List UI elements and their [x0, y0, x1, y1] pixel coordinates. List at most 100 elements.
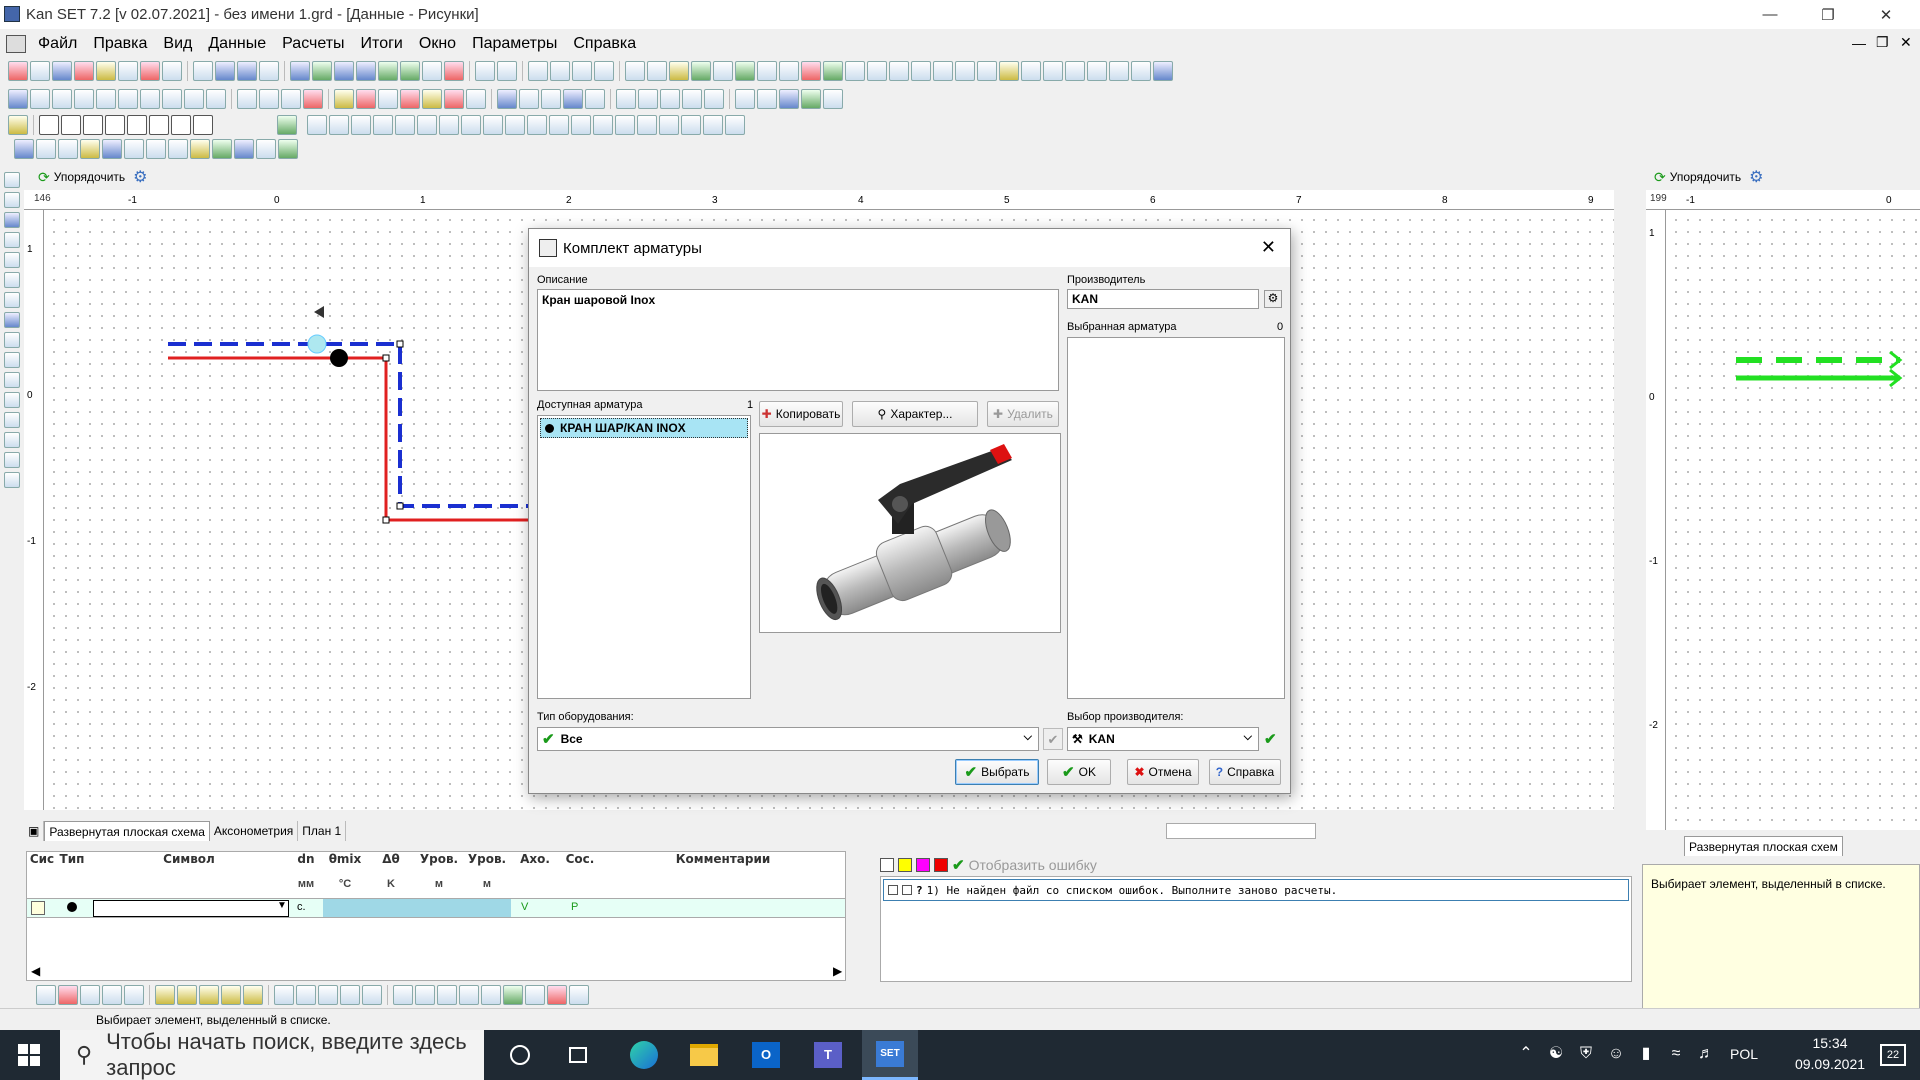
tool-icon[interactable]: [256, 139, 276, 159]
tool-icon[interactable]: [691, 61, 711, 81]
tool-icon[interactable]: [1065, 61, 1085, 81]
tool-icon[interactable]: [422, 61, 442, 81]
tool-icon[interactable]: [571, 115, 591, 135]
col-header[interactable]: Ахо.: [513, 852, 557, 866]
tool-icon[interactable]: [505, 115, 525, 135]
tool-icon[interactable]: [4, 332, 20, 348]
menu-edit[interactable]: Правка: [85, 35, 155, 53]
tool-icon[interactable]: [393, 985, 413, 1005]
tool-icon[interactable]: [415, 985, 435, 1005]
tab-scroll-icon[interactable]: ▣: [24, 821, 45, 841]
battery-icon[interactable]: ▮: [1636, 1044, 1656, 1064]
help-button[interactable]: ? Справка: [1209, 759, 1281, 785]
col-header[interactable]: Сис: [29, 852, 55, 866]
tool-icon[interactable]: [4, 212, 20, 228]
tool-icon[interactable]: [162, 61, 182, 81]
checkbox-icon[interactable]: [39, 115, 59, 135]
tool-icon[interactable]: [779, 89, 799, 109]
tool-icon[interactable]: [199, 985, 219, 1005]
select-button[interactable]: ✔ Выбрать: [955, 759, 1039, 785]
tool-icon[interactable]: [340, 985, 360, 1005]
tool-icon[interactable]: [58, 139, 78, 159]
undo-icon[interactable]: [475, 61, 495, 81]
tool-icon[interactable]: [4, 352, 20, 368]
node-marker[interactable]: [382, 516, 390, 524]
tool-icon[interactable]: [234, 139, 254, 159]
tool-icon[interactable]: [1021, 61, 1041, 81]
tool-icon[interactable]: [503, 985, 523, 1005]
manufacturer-select[interactable]: ⚒ KAN ⌵: [1067, 727, 1259, 751]
checkbox-icon[interactable]: [902, 885, 912, 895]
blue-pipe[interactable]: [168, 342, 534, 508]
tool-icon[interactable]: [4, 192, 20, 208]
checkbox-icon[interactable]: [193, 115, 213, 135]
tool-icon[interactable]: [146, 139, 166, 159]
checkbox-icon[interactable]: [61, 115, 81, 135]
col-header[interactable]: Δθ: [369, 852, 413, 866]
checkbox-icon[interactable]: [105, 115, 125, 135]
manufacturer-picker-icon[interactable]: ⚙: [1264, 290, 1282, 308]
checkbox-icon[interactable]: [149, 115, 169, 135]
tool-icon[interactable]: [4, 232, 20, 248]
dialog-close-button[interactable]: ✕: [1261, 237, 1276, 258]
tool-icon[interactable]: [190, 139, 210, 159]
tool-icon[interactable]: [437, 985, 457, 1005]
properties-button[interactable]: ⚲ Характер...: [852, 401, 978, 427]
tool-icon[interactable]: [281, 89, 301, 109]
tool-icon[interactable]: [549, 115, 569, 135]
tool-icon[interactable]: [461, 115, 481, 135]
right-canvas[interactable]: 199 -1 0 1 0 -1 -2: [1646, 190, 1920, 830]
tool-icon[interactable]: [725, 115, 745, 135]
tool-icon[interactable]: [4, 252, 20, 268]
gear-icon[interactable]: ⚙: [1749, 167, 1763, 187]
tool-icon[interactable]: [118, 61, 138, 81]
col-header[interactable]: θmix: [323, 852, 367, 866]
tool-icon[interactable]: [422, 89, 442, 109]
kanset-taskbar-icon[interactable]: SET: [862, 1030, 918, 1080]
tool-icon[interactable]: [593, 115, 613, 135]
cancel-button[interactable]: ✖ Отмена: [1127, 759, 1199, 785]
tab-plan-1[interactable]: План 1: [298, 821, 347, 841]
tool-icon[interactable]: [4, 472, 20, 488]
node-marker[interactable]: [396, 502, 404, 510]
tool-icon[interactable]: [4, 432, 20, 448]
checkbox-icon[interactable]: [127, 115, 147, 135]
tool-icon[interactable]: [30, 89, 50, 109]
tab-flat-scheme[interactable]: Развернутая плоская схема: [44, 821, 210, 841]
tool-icon[interactable]: [713, 61, 733, 81]
volume-icon[interactable]: ♬: [1696, 1044, 1716, 1064]
manufacturer-field[interactable]: KAN: [1067, 289, 1259, 309]
tool-icon[interactable]: [497, 89, 517, 109]
outlook-icon[interactable]: O: [738, 1030, 794, 1080]
color-magenta-icon[interactable]: [916, 858, 930, 872]
chevron-down-icon[interactable]: ▼: [277, 900, 287, 911]
tool-icon[interactable]: [36, 985, 56, 1005]
tool-icon[interactable]: [334, 61, 354, 81]
tool-icon[interactable]: [4, 412, 20, 428]
tool-icon[interactable]: [1153, 61, 1173, 81]
clock-time[interactable]: 15:34: [1790, 1035, 1870, 1051]
tool-icon[interactable]: [296, 985, 316, 1005]
people-icon[interactable]: ☺: [1606, 1044, 1626, 1064]
tool-icon[interactable]: [400, 89, 420, 109]
tool-icon[interactable]: [4, 372, 20, 388]
cut-icon[interactable]: [528, 61, 548, 81]
available-list[interactable]: КРАН ШАР/KAN INOX: [537, 415, 751, 699]
tool-icon[interactable]: [4, 172, 20, 188]
delete-button[interactable]: ✚ Удалить: [987, 401, 1059, 427]
tool-icon[interactable]: [1131, 61, 1151, 81]
notification-count[interactable]: 22: [1880, 1044, 1906, 1066]
edge-icon[interactable]: [616, 1030, 672, 1080]
tool-icon[interactable]: [682, 89, 702, 109]
tool-icon[interactable]: [4, 392, 20, 408]
tool-icon[interactable]: [955, 61, 975, 81]
tool-icon[interactable]: [351, 115, 371, 135]
color-white-icon[interactable]: [880, 858, 894, 872]
windows-start-icon[interactable]: [18, 1044, 40, 1066]
check-icon[interactable]: ✔: [952, 856, 965, 874]
tool-icon[interactable]: [395, 115, 415, 135]
tool-icon[interactable]: [378, 61, 398, 81]
zoom-icon[interactable]: [184, 89, 204, 109]
tool-icon[interactable]: [4, 452, 20, 468]
pointer-icon[interactable]: [52, 89, 72, 109]
